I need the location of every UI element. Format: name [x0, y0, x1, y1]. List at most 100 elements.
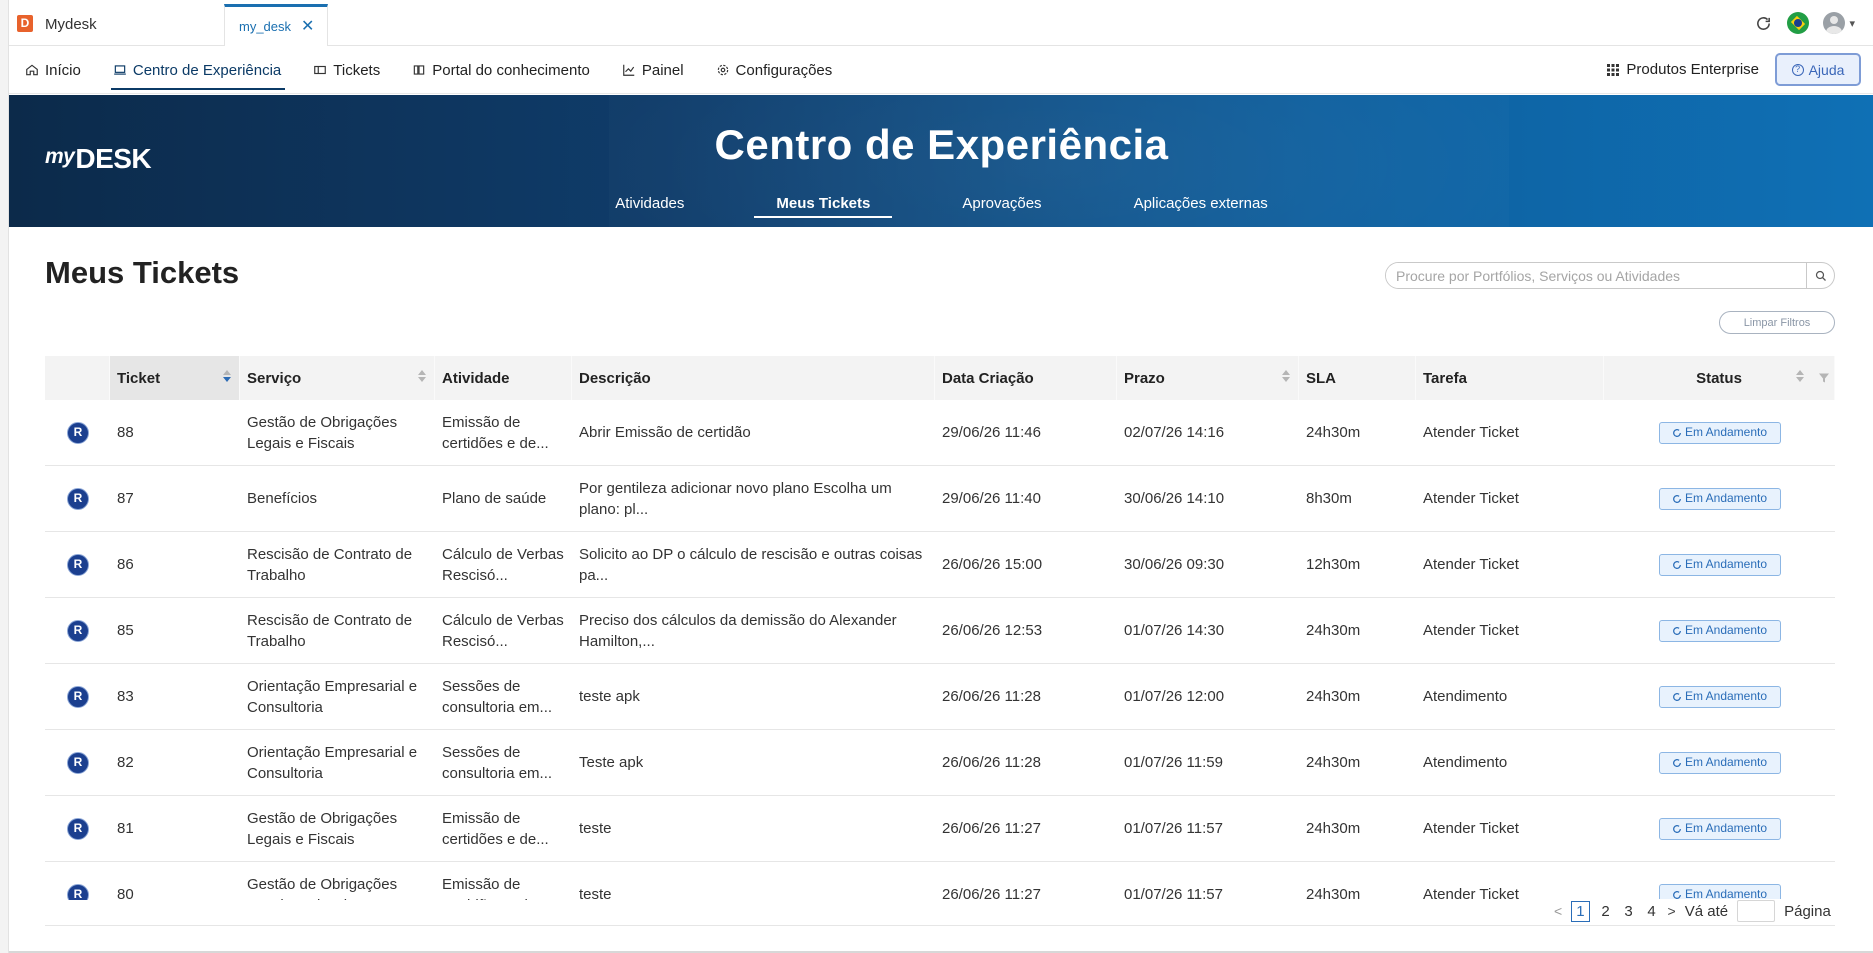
nav-item-portal-conhecimento[interactable]: Portal do conhecimento [408, 46, 594, 94]
search-box [1385, 262, 1835, 289]
sub-tabs: Atividades Meus Tickets Aprovações Aplic… [9, 195, 1873, 218]
status-badge: Em Andamento [1658, 883, 1781, 900]
nav-item-inicio[interactable]: Início [21, 46, 85, 94]
nav-item-centro-experiencia[interactable]: Centro de Experiência [109, 46, 286, 94]
spinner-icon [1673, 560, 1681, 569]
col-header-ticket[interactable]: Ticket [110, 356, 240, 400]
laptop-icon [114, 65, 126, 75]
tab-my-desk[interactable]: my_desk ✕ [224, 4, 328, 46]
sort-icon[interactable] [418, 370, 426, 382]
col-header-descricao: Descrição [572, 356, 935, 400]
filter-icon[interactable] [1818, 372, 1830, 384]
col-header-prazo[interactable]: Prazo [1117, 356, 1299, 400]
banner-title: Centro de Experiência [714, 121, 1169, 168]
spinner-icon [1673, 428, 1681, 437]
table-row[interactable]: R 80 Gestão de Obrigações Legais e Fisca… [45, 862, 1835, 900]
goto-page-input[interactable] [1737, 900, 1776, 922]
sort-icon[interactable] [1796, 370, 1804, 382]
col-header-servico[interactable]: Serviço [240, 356, 435, 400]
cell-ticket: 81 [117, 820, 134, 837]
refresh-icon[interactable] [1753, 13, 1773, 33]
search-icon [1815, 270, 1826, 281]
search-button[interactable] [1806, 263, 1834, 288]
cell-tarefa: Atender Ticket [1423, 490, 1519, 507]
cell-servico: Gestão de Obrigações Legais e Fiscais [247, 413, 398, 452]
next-page-button[interactable]: > [1668, 903, 1676, 919]
gear-icon [717, 64, 728, 76]
col-header-sla: SLA [1299, 356, 1416, 400]
nav-item-painel[interactable]: Painel [618, 46, 688, 94]
cell-descricao: Preciso dos cálculos da demissão do Alex… [579, 611, 897, 650]
col-header-status[interactable]: Status [1604, 356, 1835, 400]
page-3[interactable]: 3 [1622, 903, 1636, 920]
help-label: Ajuda [1808, 61, 1845, 78]
cell-prazo: 30/06/26 09:30 [1124, 556, 1225, 573]
page-1[interactable]: 1 [1571, 900, 1590, 922]
table-row[interactable]: R 88 Gestão de Obrigações Legais e Fisca… [45, 400, 1835, 466]
cell-servico: Orientação Empresarial e Consultoria [247, 743, 418, 782]
subtab-aprovacoes[interactable]: Aprovações [940, 195, 1063, 218]
cell-prazo: 01/07/26 11:59 [1124, 754, 1223, 771]
status-badge: Em Andamento [1658, 817, 1781, 840]
search-input[interactable] [1386, 263, 1806, 288]
status-badge: Em Andamento [1658, 751, 1781, 774]
title-bar: D Mydesk my_desk ✕ ▾ [9, 0, 1873, 46]
table-row[interactable]: R 83 Orientação Empresarial e Consultori… [45, 664, 1835, 730]
table-row[interactable]: R 87 Benefícios Plano de saúde Por genti… [45, 466, 1835, 532]
cell-atividade: Emissão de certidões e de... [442, 875, 549, 901]
subtab-atividades[interactable]: Atividades [593, 195, 706, 218]
cell-servico: Gestão de Obrigações Legais e Fiscais [247, 809, 398, 848]
help-button[interactable]: ? Ajuda [1775, 53, 1861, 86]
cell-descricao: Solicito ao DP o cálculo de rescisão e o… [579, 545, 923, 584]
tab-label: my_desk [239, 19, 292, 34]
sort-icon[interactable] [223, 370, 231, 382]
cell-status: Em Andamento [1604, 862, 1835, 900]
enterprise-products-button[interactable]: Produtos Enterprise [1607, 61, 1759, 78]
brazil-flag-icon[interactable] [1787, 12, 1810, 34]
table-row[interactable]: R 85 Rescisão de Contrato de Trabalho Cá… [45, 598, 1835, 664]
cell-sla: 8h30m [1306, 490, 1352, 507]
chevron-down-icon[interactable]: ▾ [1849, 17, 1855, 30]
cell-descricao: Abrir Emissão de certidão [579, 424, 751, 441]
table-row[interactable]: R 82 Orientação Empresarial e Consultori… [45, 730, 1835, 796]
cell-ticket: 88 [117, 424, 134, 441]
app-logo-icon: D [17, 15, 33, 32]
nav-items: Início Centro de Experiência Tickets Por… [21, 46, 860, 94]
cell-data-criacao: 29/06/26 11:46 [942, 424, 1041, 441]
user-menu[interactable]: ▾ [1823, 12, 1855, 34]
spinner-icon [1673, 824, 1681, 833]
subtab-aplicacoes-externas[interactable]: Aplicações externas [1112, 195, 1290, 218]
prev-page-button[interactable]: < [1554, 903, 1562, 919]
cell-status: Em Andamento [1604, 532, 1835, 597]
page-4[interactable]: 4 [1645, 903, 1659, 920]
nav-label: Painel [641, 61, 684, 79]
table-header: Ticket Serviço Atividade Descrição Data … [45, 356, 1835, 400]
table-row[interactable]: R 81 Gestão de Obrigações Legais e Fisca… [45, 796, 1835, 862]
subtab-meus-tickets[interactable]: Meus Tickets [754, 195, 893, 218]
cell-sla: 24h30m [1306, 820, 1361, 837]
spinner-icon [1673, 626, 1681, 635]
nav-item-configuracoes[interactable]: Configurações [712, 46, 837, 94]
cell-servico: Benefícios [247, 490, 318, 507]
page-2[interactable]: 2 [1599, 903, 1613, 920]
cell-tarefa: Atender Ticket [1423, 622, 1519, 639]
col-header-badge [45, 356, 110, 400]
cell-atividade: Plano de saúde [442, 490, 547, 507]
cell-ticket: 83 [117, 688, 134, 705]
requester-badge: R [67, 619, 89, 642]
avatar[interactable] [1823, 12, 1846, 34]
cell-sla: 24h30m [1306, 424, 1361, 441]
titlebar-actions: ▾ [1753, 12, 1855, 34]
cell-descricao: teste [579, 886, 612, 900]
cell-atividade: Cálculo de Verbas Rescisó... [442, 545, 564, 584]
close-icon[interactable]: ✕ [301, 16, 314, 36]
spinner-icon [1673, 692, 1681, 701]
pagination: < 1 2 3 4 > Vá até Página [1550, 899, 1831, 923]
table-row[interactable]: R 86 Rescisão de Contrato de Trabalho Cá… [45, 532, 1835, 598]
cell-prazo: 02/07/26 14:16 [1124, 424, 1225, 441]
cell-sla: 24h30m [1306, 622, 1361, 639]
sort-icon[interactable] [1282, 370, 1290, 382]
requester-badge: R [67, 553, 89, 576]
clear-filters-button[interactable]: Limpar Filtros [1719, 311, 1835, 334]
nav-item-tickets[interactable]: Tickets [309, 46, 384, 94]
